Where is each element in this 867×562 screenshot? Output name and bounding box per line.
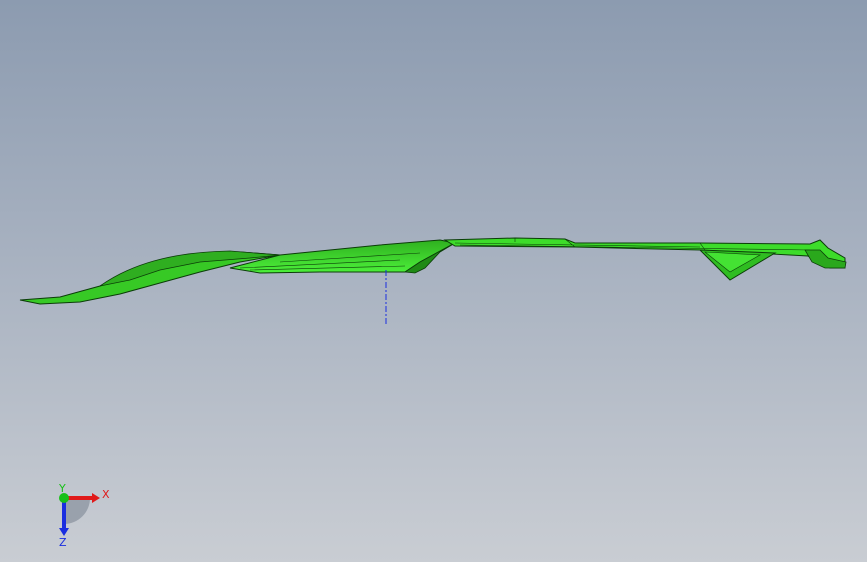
y-axis-label: Y [58, 482, 66, 495]
z-axis-arrow-icon [59, 528, 69, 536]
3d-viewport[interactable]: X Y Z [0, 0, 867, 562]
triad-shade [64, 498, 90, 524]
x-axis-arrow-icon [92, 493, 100, 503]
sheet-part[interactable] [19, 237, 847, 305]
left-flange-face [19, 251, 281, 305]
flat-rail-face [443, 237, 846, 269]
model-view[interactable] [0, 0, 867, 562]
coordinate-triad: X Y Z [40, 480, 120, 550]
triad-graphic: X Y Z [58, 482, 110, 549]
x-axis-label: X [102, 488, 110, 501]
z-axis-label: Z [59, 536, 67, 549]
